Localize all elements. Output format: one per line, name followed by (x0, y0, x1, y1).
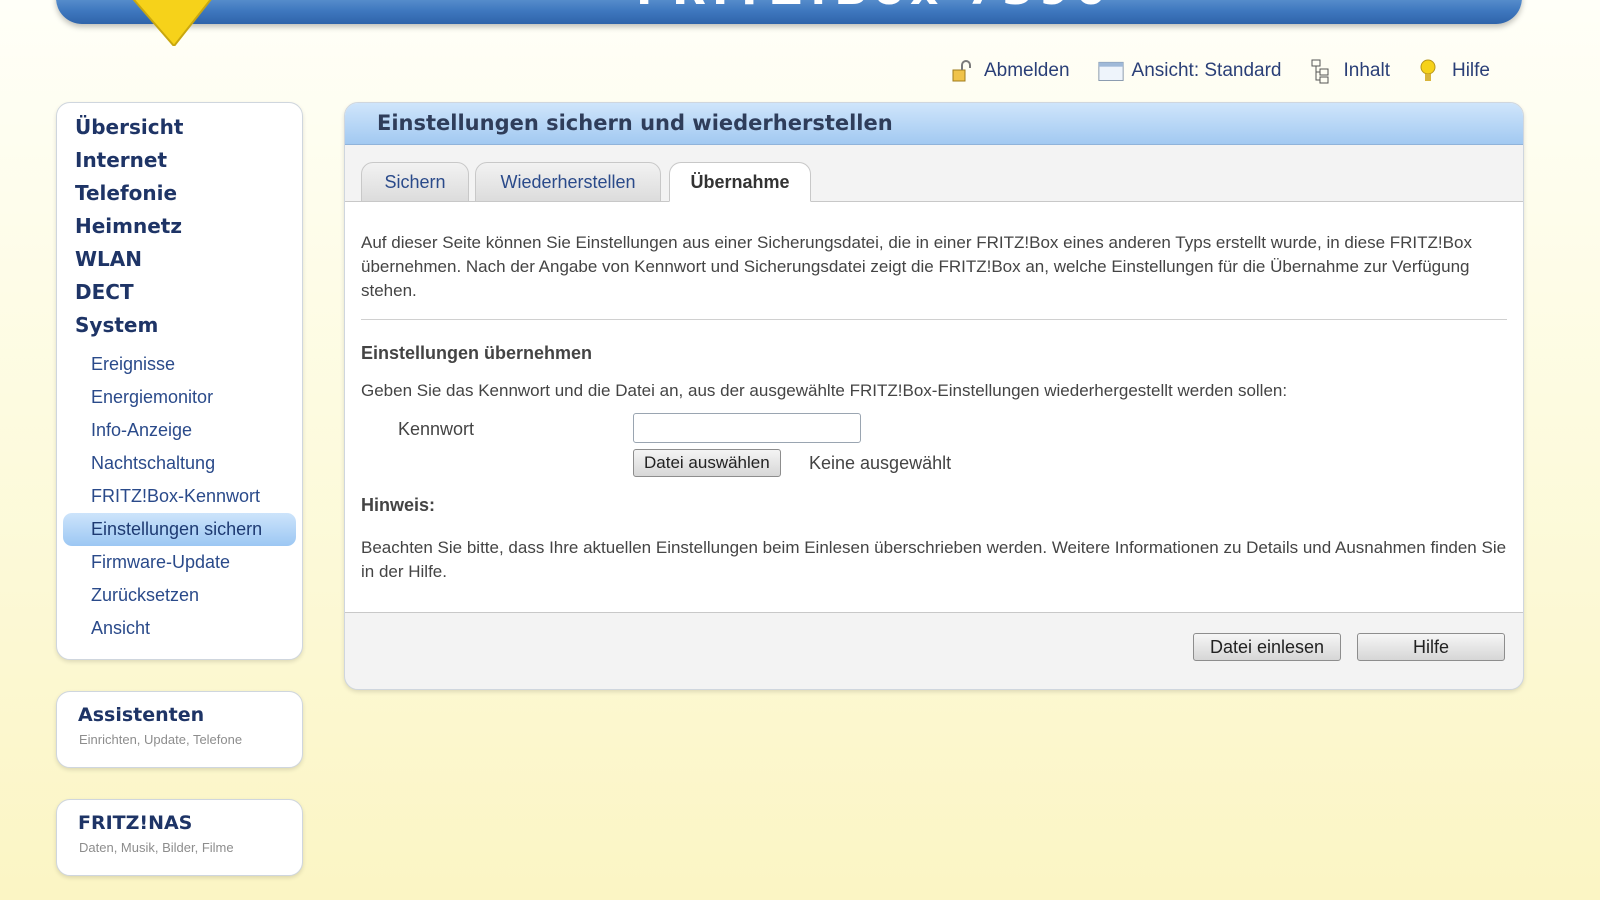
nav-item-wlan[interactable]: WLAN (75, 243, 302, 276)
subnav-item-firmware-update[interactable]: Firmware-Update (91, 546, 302, 579)
nav-item-dect[interactable]: DECT (75, 276, 302, 309)
nav-item-telefonie[interactable]: Telefonie (75, 177, 302, 210)
intro-text: Auf dieser Seite können Sie Einstellunge… (361, 233, 1472, 300)
tab-sichern[interactable]: Sichern (361, 162, 469, 202)
nav-item-internet[interactable]: Internet (75, 144, 302, 177)
nav-item-uebersicht[interactable]: Übersicht (75, 111, 302, 144)
subnav-item-info-anzeige[interactable]: Info-Anzeige (91, 414, 302, 447)
divider (361, 319, 1507, 320)
file-row: Datei auswählen Keine ausgewählt (361, 449, 1507, 481)
content-link[interactable]: Inhalt (1310, 58, 1390, 84)
logout-label: Abmelden (983, 60, 1070, 81)
help-link[interactable]: Hilfe (1418, 58, 1490, 84)
section-description: Geben Sie das Kennwort und die Datei an,… (361, 381, 1288, 400)
help-label: Hilfe (1451, 60, 1490, 81)
password-row: Kennwort (361, 413, 1507, 447)
view-link[interactable]: Ansicht: Standard (1097, 58, 1282, 84)
nav-item-heimnetz[interactable]: Heimnetz (75, 210, 302, 243)
tab-content: Auf dieser Seite können Sie Einstellunge… (345, 202, 1523, 613)
subnav-item-energiemonitor[interactable]: Energiemonitor (91, 381, 302, 414)
main-panel: Einstellungen sichern und wiederherstell… (344, 102, 1524, 690)
password-input[interactable] (633, 413, 861, 443)
password-label: Kennwort (398, 419, 475, 439)
section-title: Einstellungen übernehmen (361, 343, 593, 363)
subnav-item-ereignisse[interactable]: Ereignisse (91, 348, 302, 381)
subnav-item-einstellungen-sichern[interactable]: Einstellungen sichern (63, 513, 296, 546)
file-status: Keine ausgewählt (809, 453, 952, 473)
fritznas-title: FRITZ!NAS (78, 812, 193, 834)
sitemap-icon (1310, 58, 1336, 84)
hint-text: Beachten Sie bitte, dass Ihre aktuellen … (361, 538, 1507, 581)
panel-footer: Datei einlesen Hilfe (345, 613, 1523, 689)
content-label: Inhalt (1343, 60, 1390, 81)
banner-title: FRITZ!Box 7390 (636, 0, 1112, 15)
help-icon (1418, 58, 1444, 84)
subnav-item-nachtschaltung[interactable]: Nachtschaltung (91, 447, 302, 480)
fritz-logo-icon (132, 0, 212, 48)
tab-bar: Sichern Wiederherstellen Übernahme (345, 145, 1523, 202)
assistants-title: Assistenten (78, 704, 205, 726)
assistants-box[interactable]: Assistenten Einrichten, Update, Telefone (56, 691, 303, 768)
tab-uebernahme[interactable]: Übernahme (669, 162, 811, 202)
nav-item-system[interactable]: System (75, 309, 302, 342)
fritznas-subtitle: Daten, Musik, Bilder, Filme (79, 840, 234, 855)
subnav-item-fritzbox-kennwort[interactable]: FRITZ!Box-Kennwort (91, 480, 302, 513)
subnav-item-ansicht[interactable]: Ansicht (91, 612, 302, 645)
header-banner: FRITZ!Box 7390 (56, 0, 1522, 24)
logout-icon (950, 58, 976, 84)
assistants-subtitle: Einrichten, Update, Telefone (79, 732, 243, 747)
help-button[interactable]: Hilfe (1357, 633, 1505, 661)
choose-file-button[interactable]: Datei auswählen (633, 449, 781, 477)
tab-wiederherstellen[interactable]: Wiederherstellen (475, 162, 661, 202)
sidebar-nav: Übersicht Internet Telefonie Heimnetz WL… (56, 102, 303, 660)
view-icon (1097, 58, 1124, 84)
subnav-item-zuruecksetzen[interactable]: Zurücksetzen (91, 579, 302, 612)
logout-link[interactable]: Abmelden (950, 58, 1070, 84)
view-label: Ansicht: Standard (1131, 60, 1282, 81)
panel-title: Einstellungen sichern und wiederherstell… (345, 103, 1523, 145)
read-file-button[interactable]: Datei einlesen (1193, 633, 1341, 661)
fritznas-box[interactable]: FRITZ!NAS Daten, Musik, Bilder, Filme (56, 799, 303, 876)
hint-title: Hinweis: (361, 495, 436, 515)
fritz-logo[interactable] (100, 0, 242, 48)
top-links: Abmelden Ansicht: Standard Inhalt Hilfe (950, 58, 1490, 84)
